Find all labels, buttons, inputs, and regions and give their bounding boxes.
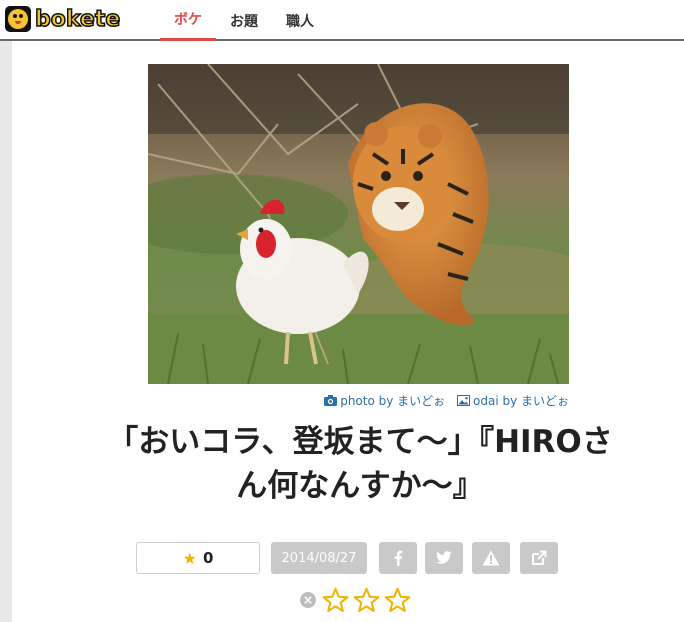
photo-credits: photo by まいどぉ odai by まいどぉ bbox=[148, 392, 569, 409]
vote-button[interactable]: ★ 0 bbox=[136, 542, 260, 574]
nav-odai[interactable]: お題 bbox=[216, 0, 272, 41]
photo-credit-text: photo by まいどぉ bbox=[340, 394, 446, 408]
logo-face-icon bbox=[5, 6, 31, 32]
camera-icon bbox=[324, 395, 338, 406]
odai-photo[interactable] bbox=[148, 64, 569, 384]
facebook-share-button[interactable] bbox=[379, 542, 417, 574]
warning-icon bbox=[482, 550, 500, 566]
nav-boke[interactable]: ボケ bbox=[160, 0, 216, 41]
odai-credit-link[interactable]: odai by まいどぉ bbox=[457, 394, 569, 408]
boke-caption: 「おいコラ、登坂まて～」『HIROさ ん何なんすか～』 bbox=[60, 420, 660, 508]
main-nav: ボケ お題 職人 bbox=[160, 0, 328, 41]
logo-text: bokete bbox=[34, 6, 121, 33]
star-icon: ★ bbox=[182, 548, 197, 568]
caption-line-2: ん何なんすか～』 bbox=[236, 468, 484, 504]
nav-shokunin[interactable]: 職人 bbox=[272, 0, 328, 41]
photo-credit-link[interactable]: photo by まいどぉ bbox=[324, 394, 449, 408]
external-link-button[interactable] bbox=[520, 542, 558, 574]
external-link-icon bbox=[532, 550, 547, 565]
facebook-icon bbox=[394, 550, 403, 566]
tiger-chicken-photo bbox=[148, 64, 569, 384]
left-gutter bbox=[0, 41, 12, 622]
twitter-share-button[interactable] bbox=[425, 542, 463, 574]
twitter-icon bbox=[436, 551, 452, 564]
rating-star-1[interactable] bbox=[322, 587, 349, 613]
odai-credit-text: odai by まいどぉ bbox=[473, 394, 569, 408]
rating-row: × bbox=[300, 587, 415, 613]
report-button[interactable] bbox=[472, 542, 510, 574]
caption-line-1: 「おいコラ、登坂まて～」『HIROさ bbox=[107, 424, 613, 460]
site-header: bokete ボケ お題 職人 bbox=[0, 0, 684, 41]
vote-count: 0 bbox=[202, 549, 214, 567]
post-date: 2014/08/27 bbox=[271, 542, 367, 574]
rating-star-2[interactable] bbox=[353, 587, 380, 613]
image-icon bbox=[457, 395, 470, 406]
rating-star-3[interactable] bbox=[384, 587, 411, 613]
clear-rating-icon[interactable]: × bbox=[300, 592, 316, 608]
site-logo[interactable]: bokete bbox=[5, 6, 121, 33]
